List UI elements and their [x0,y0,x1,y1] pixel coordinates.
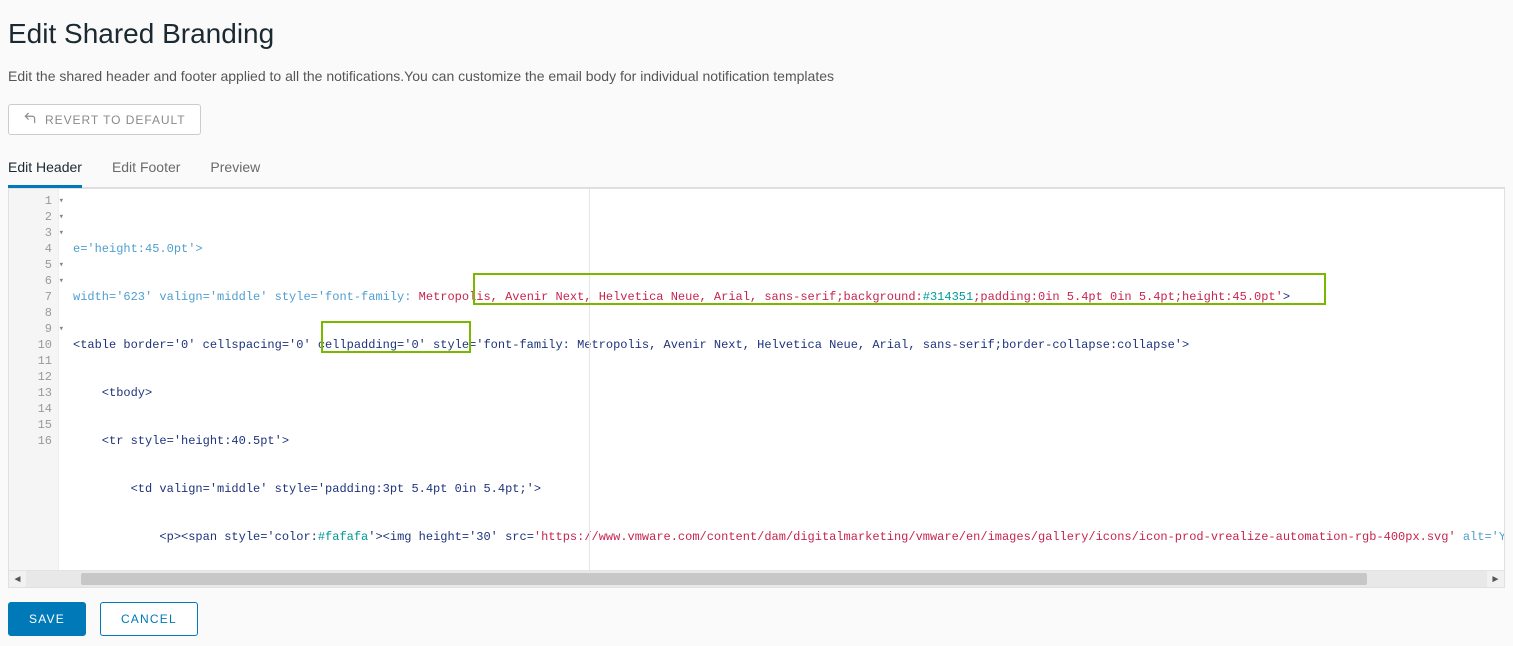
tabs: Edit Header Edit Footer Preview [8,151,1505,188]
scroll-left-icon[interactable]: ◄ [9,571,26,588]
line-number: 15 [9,417,52,433]
line-number: 12 [9,369,52,385]
line-number: 14 [9,401,52,417]
page-description: Edit the shared header and footer applie… [8,68,1505,84]
line-number: 7 [9,289,52,305]
page-title: Edit Shared Branding [8,18,1505,50]
code-editor[interactable]: 1 2 3 4 5 6 7 8 9 10 11 12 13 14 15 16 e… [8,188,1505,588]
line-number: 16 [9,433,52,449]
editor-gutter: 1 2 3 4 5 6 7 8 9 10 11 12 13 14 15 16 [9,189,59,570]
revert-to-default-button[interactable]: Revert to default [8,104,201,135]
code-line: <tbody> [73,385,1504,401]
cancel-button[interactable]: Cancel [100,602,198,636]
line-number: 9 [9,321,52,337]
editor-guide-line [589,189,590,570]
code-line: <tr style='height:40.5pt'> [73,433,1504,449]
line-number: 11 [9,353,52,369]
line-number: 8 [9,305,52,321]
revert-label: Revert to default [45,113,186,127]
scroll-track[interactable] [26,571,1487,587]
footer-buttons: Save Cancel [8,602,1505,636]
scroll-thumb[interactable] [81,573,1367,585]
line-number: 13 [9,385,52,401]
line-number: 1 [9,193,52,209]
undo-icon [23,111,37,128]
code-line: width='623' valign='middle' style='font-… [73,289,1504,305]
tab-edit-footer[interactable]: Edit Footer [112,151,180,187]
code-line: <td valign='middle' style='padding:3pt 5… [73,481,1504,497]
line-number: 3 [9,225,52,241]
line-number: 6 [9,273,52,289]
tab-preview[interactable]: Preview [210,151,260,187]
tab-edit-header[interactable]: Edit Header [8,151,82,188]
line-number: 5 [9,257,52,273]
code-line: e='height:45.0pt'> [73,241,1504,257]
save-button[interactable]: Save [8,602,86,636]
code-line: <table border='0' cellspacing='0' cellpa… [73,337,1504,353]
line-number: 2 [9,209,52,225]
line-number: 10 [9,337,52,353]
code-line: <p><span style='color:#fafafa'><img heig… [73,529,1504,545]
scroll-right-icon[interactable]: ► [1487,571,1504,588]
editor-horizontal-scrollbar[interactable]: ◄ ► [9,570,1504,587]
editor-code-area[interactable]: e='height:45.0pt'> width='623' valign='m… [59,189,1504,570]
line-number: 4 [9,241,52,257]
